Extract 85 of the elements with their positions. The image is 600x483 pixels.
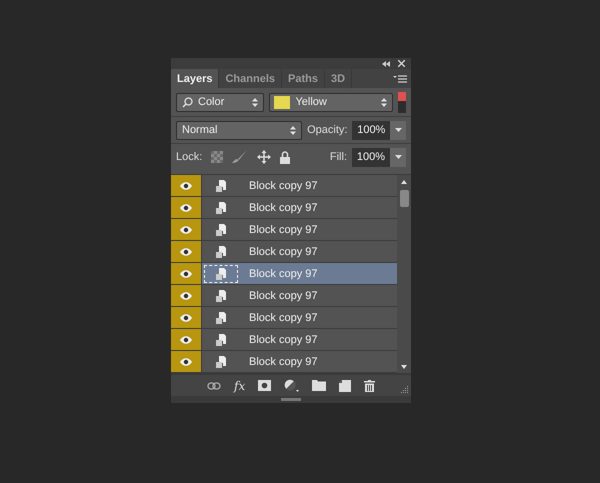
color-filter-dropdown[interactable]: Yellow: [269, 92, 394, 112]
trash-icon[interactable]: [364, 380, 376, 392]
layer-row[interactable]: Block copy 97: [171, 307, 397, 329]
mask-icon[interactable]: [258, 380, 272, 391]
smart-object-icon: [216, 246, 226, 258]
lock-label: Lock:: [176, 151, 202, 163]
smart-object-icon: [216, 312, 226, 324]
smart-object-icon: [216, 290, 226, 302]
visibility-toggle[interactable]: [171, 219, 202, 240]
layer-name: Block copy 97: [249, 268, 318, 280]
caret-icon: [394, 128, 402, 132]
visibility-toggle[interactable]: [171, 285, 202, 306]
new-layer-icon[interactable]: [339, 380, 352, 392]
half-circle-icon[interactable]: [284, 379, 300, 392]
checkerboard-icon[interactable]: [211, 151, 224, 163]
eye-icon: [180, 182, 192, 190]
layer-name: Block copy 97: [249, 246, 318, 258]
caret-icon: [394, 155, 402, 159]
scroll-thumb[interactable]: [400, 190, 408, 207]
visibility-toggle[interactable]: [171, 175, 202, 196]
fill-field[interactable]: 100%: [352, 148, 390, 166]
filter-type-dropdown[interactable]: Color: [176, 92, 264, 112]
layer-row[interactable]: Block copy 97: [171, 329, 397, 351]
visibility-toggle[interactable]: [171, 329, 202, 350]
updown-arrows-icon: [381, 98, 388, 106]
smart-object-icon: [216, 224, 226, 236]
layer-name: Block copy 97: [249, 312, 318, 324]
layer-name: Block copy 97: [249, 334, 318, 346]
layer-row[interactable]: Block copy 97: [171, 351, 397, 373]
visibility-toggle[interactable]: [171, 197, 202, 218]
fill-label: Fill:: [330, 151, 347, 163]
panel-tab[interactable]: Layers: [171, 69, 220, 88]
eye-icon: [180, 336, 192, 344]
smart-object-icon: [216, 180, 226, 192]
eye-icon: [180, 204, 192, 212]
updown-arrows-icon: [252, 98, 258, 106]
visibility-toggle[interactable]: [171, 351, 202, 372]
panel-tab[interactable]: Channels: [219, 69, 282, 88]
folder-icon[interactable]: [312, 380, 326, 391]
scrollbar[interactable]: [397, 175, 411, 373]
opacity-label: Opacity:: [307, 124, 348, 136]
layer-row[interactable]: Block copy 97: [171, 219, 397, 241]
updown-arrows-icon: [290, 126, 296, 134]
smart-object-icon: [216, 268, 226, 280]
layer-row[interactable]: Block copy 97: [171, 241, 397, 263]
panel-tab[interactable]: Paths: [282, 69, 325, 88]
visibility-toggle[interactable]: [171, 307, 202, 328]
close-icon[interactable]: [398, 60, 405, 67]
eye-icon: [180, 314, 192, 322]
smart-object-icon: [216, 334, 226, 346]
scroll-down-icon[interactable]: [401, 365, 407, 369]
resize-grip-icon[interactable]: [400, 386, 408, 394]
opacity-field[interactable]: 100%: [352, 120, 390, 140]
layer-name: Block copy 97: [249, 356, 318, 368]
layer-row[interactable]: Block copy 97: [171, 175, 397, 197]
move-icon[interactable]: [257, 150, 272, 164]
smart-object-icon: [216, 356, 226, 368]
lock-icon[interactable]: [280, 150, 290, 164]
eye-icon: [180, 248, 192, 256]
panel-tab[interactable]: 3D: [324, 69, 352, 88]
search-icon: [182, 96, 193, 108]
visibility-toggle[interactable]: [171, 263, 202, 284]
panel-menu-icon[interactable]: [393, 74, 407, 82]
scroll-up-icon[interactable]: [401, 180, 407, 184]
eye-icon: [180, 226, 192, 234]
visibility-toggle[interactable]: [171, 241, 202, 262]
opacity-dropdown-button[interactable]: [390, 120, 406, 140]
layer-row[interactable]: Block copy 97: [171, 263, 397, 285]
eye-icon: [180, 358, 192, 366]
smart-object-icon: [216, 202, 226, 214]
layer-name: Block copy 97: [249, 290, 318, 302]
collapse-icon[interactable]: [382, 60, 390, 66]
eye-icon: [180, 292, 192, 300]
layer-name: Block copy 97: [249, 202, 318, 214]
blend-mode-dropdown[interactable]: Normal: [176, 120, 302, 140]
filter-toggle[interactable]: [398, 92, 406, 112]
drag-handle-icon[interactable]: [281, 398, 301, 401]
layer-name: Block copy 97: [249, 224, 318, 236]
link-icon[interactable]: [207, 382, 221, 390]
layer-row[interactable]: Block copy 97: [171, 197, 397, 219]
layer-name: Block copy 97: [249, 180, 318, 192]
eye-icon: [180, 270, 192, 278]
fill-dropdown-button[interactable]: [390, 148, 406, 166]
layer-row[interactable]: Block copy 97: [171, 285, 397, 307]
fx-button[interactable]: fx: [234, 378, 246, 392]
